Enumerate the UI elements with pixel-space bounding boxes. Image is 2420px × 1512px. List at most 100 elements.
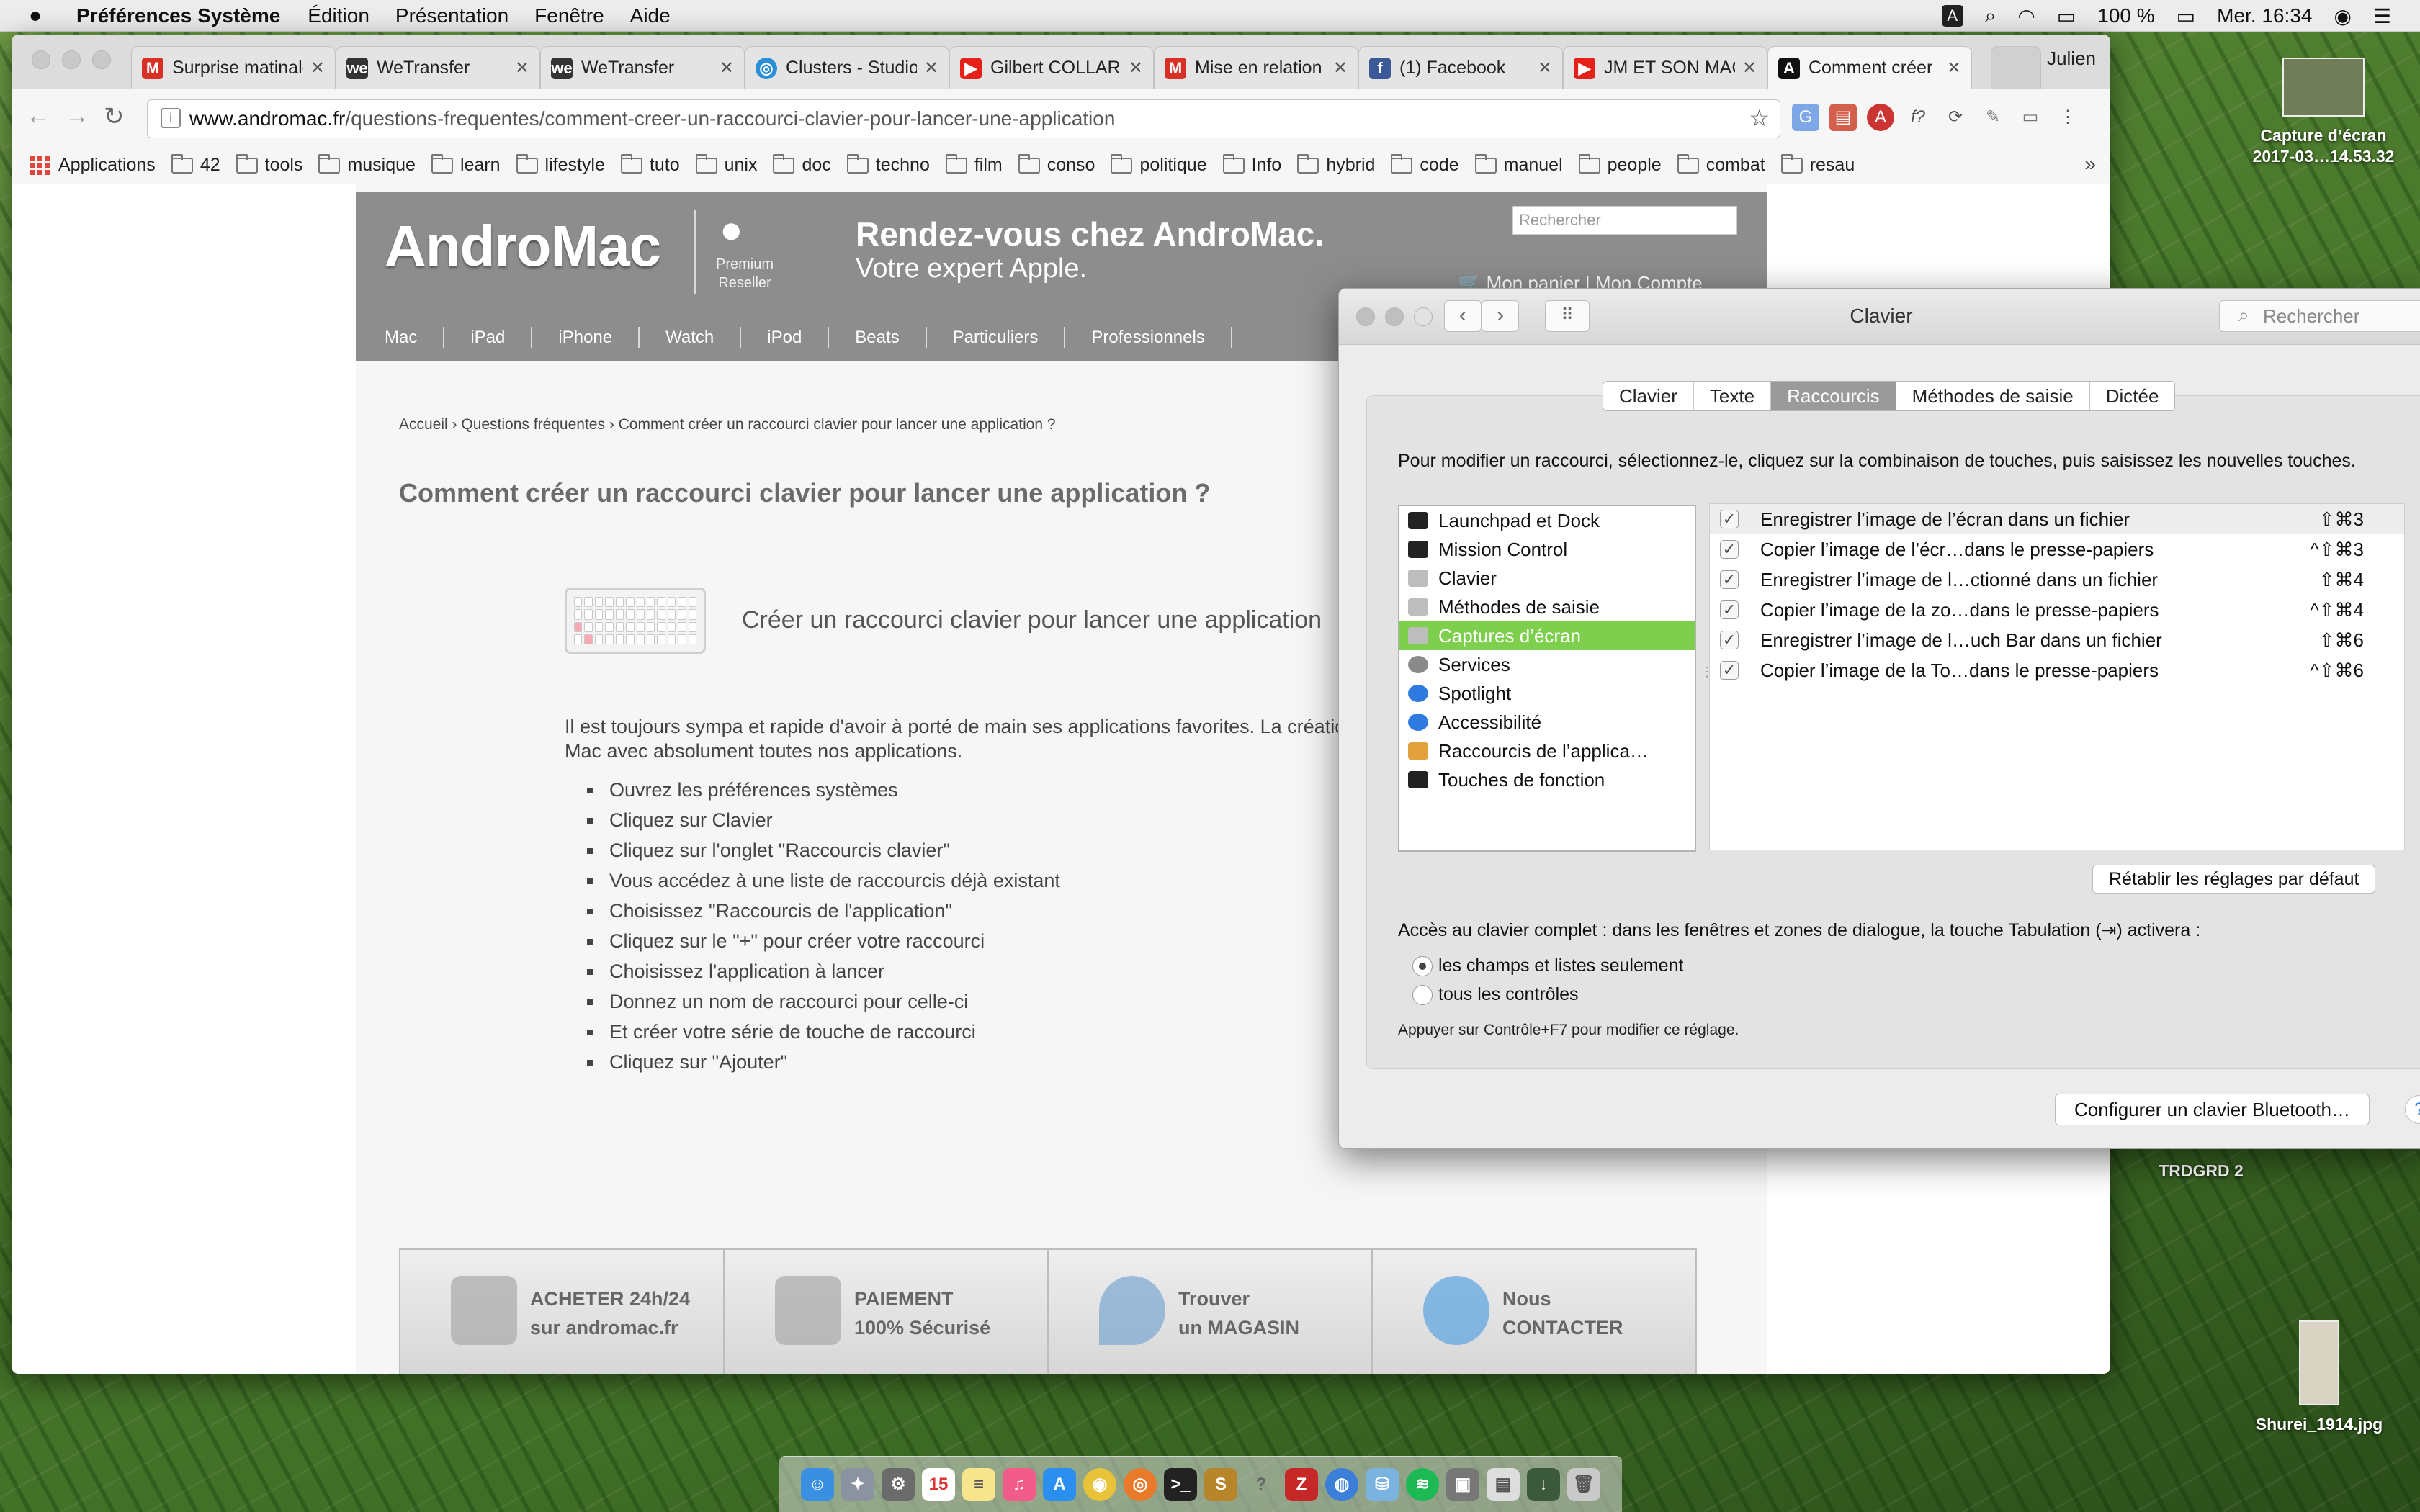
filezilla-icon[interactable]: Z <box>1285 1467 1318 1501</box>
prefs-search-field[interactable]: ⌕ Rechercher <box>2219 300 2420 332</box>
category-accessibility[interactable]: Accessibilité <box>1399 708 1695 737</box>
shortcut-keys[interactable]: ^⇧⌘6 <box>2311 655 2364 685</box>
close-tab-icon[interactable]: ✕ <box>1947 58 1961 78</box>
battery-icon[interactable]: ▭ <box>2177 4 2195 28</box>
tab-texte[interactable]: Texte <box>1694 382 1772 410</box>
apple-menu-icon[interactable]: ● <box>29 4 53 28</box>
tab-7[interactable]: ▶ JM ET SON MAC ✕ <box>1563 46 1767 89</box>
address-bar[interactable]: i www.andromac.fr/questions-frequentes/c… <box>147 99 1780 138</box>
tab-clavier[interactable]: Clavier <box>1603 382 1694 410</box>
chrome-icon[interactable]: ◉ <box>1083 1467 1116 1501</box>
footer-contact[interactable]: Nous CONTACTER <box>1373 1250 1695 1374</box>
bookmark-folder[interactable]: manuel <box>1474 153 1563 176</box>
shortcut-keys[interactable]: ^⇧⌘3 <box>2311 534 2364 564</box>
footer-store[interactable]: Trouver un MAGASIN <box>1049 1250 1373 1374</box>
shortcut-checkbox[interactable]: ✓ <box>1720 540 1739 559</box>
close-tab-icon[interactable]: ✕ <box>1742 58 1757 78</box>
more-bookmarks-icon[interactable]: » <box>2084 153 2096 176</box>
tab-0[interactable]: M Surprise matinale ✕ <box>131 46 336 89</box>
user-icon[interactable]: ◉ <box>2334 4 2351 28</box>
shortcut-row[interactable]: ✓ Copier l’image de la zo…dans le presse-… <box>1710 595 2404 625</box>
category-app-shortcuts[interactable]: Raccourcis de l’applica… <box>1399 737 1695 765</box>
forward-icon[interactable]: → <box>65 102 89 130</box>
nav-particuliers[interactable]: Particuliers <box>927 327 1066 348</box>
page-info-icon[interactable]: i <box>161 108 181 128</box>
tab-3[interactable]: ◎ Clusters - Studio ✕ <box>745 46 949 89</box>
shortcut-keys[interactable]: ⇧⌘4 <box>2319 564 2364 595</box>
category-function-keys[interactable]: Touches de fonction <box>1399 765 1695 794</box>
shortcut-checkbox[interactable]: ✓ <box>1720 631 1739 649</box>
bookmark-folder[interactable]: techno <box>846 153 930 176</box>
bookmark-folder[interactable]: combat <box>1677 153 1765 176</box>
article-card-title[interactable]: Créer un raccourci clavier pour lancer u… <box>742 606 1322 634</box>
shortcut-keys[interactable]: ^⇧⌘4 <box>2311 595 2364 625</box>
bookmark-folder[interactable]: tuto <box>620 153 680 176</box>
shortcut-keys[interactable]: ⇧⌘3 <box>2319 504 2364 534</box>
close-tab-icon[interactable]: ✕ <box>924 58 938 78</box>
chrome-menu-icon[interactable]: ⋮ <box>2054 104 2081 131</box>
category-input-sources[interactable]: Méthodes de saisie <box>1399 593 1695 621</box>
tab-raccourcis[interactable]: Raccourcis <box>1771 382 1896 410</box>
sublime-text-icon[interactable]: S <box>1204 1467 1237 1501</box>
bookmark-folder[interactable]: Info <box>1222 153 1281 176</box>
terminal-icon[interactable]: >_ <box>1164 1467 1197 1501</box>
close-tab-icon[interactable]: ✕ <box>515 58 529 78</box>
input-source-icon[interactable]: A <box>1941 5 1963 27</box>
bookmark-folder[interactable]: doc <box>773 153 831 176</box>
clock[interactable]: Mer. 16:34 <box>2217 4 2312 27</box>
shortcut-checkbox[interactable]: ✓ <box>1720 600 1739 619</box>
bookmark-folder[interactable]: lifestyle <box>516 153 605 176</box>
tab-methodes-de-saisie[interactable]: Méthodes de saisie <box>1896 382 2090 410</box>
wifi-icon[interactable]: ◠ <box>2017 4 2035 28</box>
category-clavier[interactable]: Clavier <box>1399 564 1695 593</box>
radio-button[interactable] <box>1412 984 1433 1005</box>
bookmark-folder[interactable]: musique <box>318 153 416 176</box>
shortcut-row[interactable]: ✓ Copier l’image de l’écr…dans le presse-… <box>1710 534 2404 564</box>
reset-defaults-button[interactable]: Rétablir les réglages par défaut <box>2092 865 2376 894</box>
itunes-icon[interactable]: ♫ <box>1003 1467 1036 1501</box>
spotlight-icon[interactable]: ⌕ <box>1985 4 1996 28</box>
tab-1[interactable]: we WeTransfer ✕ <box>336 46 540 89</box>
shortcut-row[interactable]: ✓ Enregistrer l’image de l…uch Bar dans u… <box>1710 625 2404 655</box>
tab-8-active[interactable]: A Comment créer ✕ <box>1767 46 1972 89</box>
system-preferences-icon[interactable]: ⚙ <box>882 1467 915 1501</box>
tab-2[interactable]: we WeTransfer ✕ <box>540 46 745 89</box>
desktop-screenshot-file[interactable]: Capture d’écran 2017-03…14.53.32 <box>2238 58 2408 167</box>
tab-6[interactable]: f (1) Facebook ✕ <box>1358 46 1563 89</box>
category-mission-control[interactable]: Mission Control <box>1399 535 1695 564</box>
help-button[interactable]: ? <box>2405 1095 2420 1124</box>
breadcrumb[interactable]: Accueil › Questions fréquentes › Comment… <box>399 416 1056 433</box>
battery-percent[interactable]: 100 % <box>2097 4 2154 27</box>
notes-icon[interactable]: ≡ <box>962 1467 995 1501</box>
menu-app-name[interactable]: Préférences Système <box>76 4 280 27</box>
nav-watch[interactable]: Watch <box>640 327 742 348</box>
bookmark-folder[interactable]: resau <box>1780 153 1855 176</box>
andromac-logo[interactable]: AndroMac <box>385 213 661 279</box>
footer-buy[interactable]: ACHETER 24h/24 sur andromac.fr <box>400 1250 725 1374</box>
window-extension-icon[interactable]: ▭ <box>2017 104 2044 131</box>
desktop-folder[interactable]: TRDGRD 2 <box>2136 1152 2266 1182</box>
bookmark-folder[interactable]: learn <box>431 153 501 176</box>
trash-icon[interactable]: 🗑 <box>1567 1467 1600 1501</box>
bookmark-folder[interactable]: film <box>945 153 1003 176</box>
sync-extension-icon[interactable]: ⟳ <box>1942 104 1969 131</box>
shortcut-checkbox[interactable]: ✓ <box>1720 570 1739 589</box>
eyedropper-extension-icon[interactable]: ✎ <box>1979 104 2007 131</box>
nav-professionnels[interactable]: Professionnels <box>1065 327 1232 348</box>
bookmark-folder[interactable]: people <box>1578 153 1662 176</box>
nav-iphone[interactable]: iPhone <box>532 327 640 348</box>
close-tab-icon[interactable]: ✕ <box>310 58 325 78</box>
bookmark-apps[interactable]: Applications <box>30 155 156 176</box>
bookmark-folder[interactable]: politique <box>1111 153 1207 176</box>
calendar-icon[interactable]: 15 <box>922 1467 955 1501</box>
category-spotlight[interactable]: Spotlight <box>1399 679 1695 708</box>
close-tab-icon[interactable]: ✕ <box>1538 58 1552 78</box>
shortcut-checkbox[interactable]: ✓ <box>1720 510 1739 528</box>
bookmark-folder[interactable]: hybrid <box>1297 153 1375 176</box>
menu-presentation[interactable]: Présentation <box>395 4 508 27</box>
close-tab-icon[interactable]: ✕ <box>1333 58 1348 78</box>
bookmark-star-icon[interactable]: ☆ <box>1749 104 1770 132</box>
back-icon[interactable]: ← <box>26 102 50 130</box>
messages-icon[interactable]: ◍ <box>1325 1467 1358 1501</box>
close-button[interactable] <box>32 50 50 69</box>
